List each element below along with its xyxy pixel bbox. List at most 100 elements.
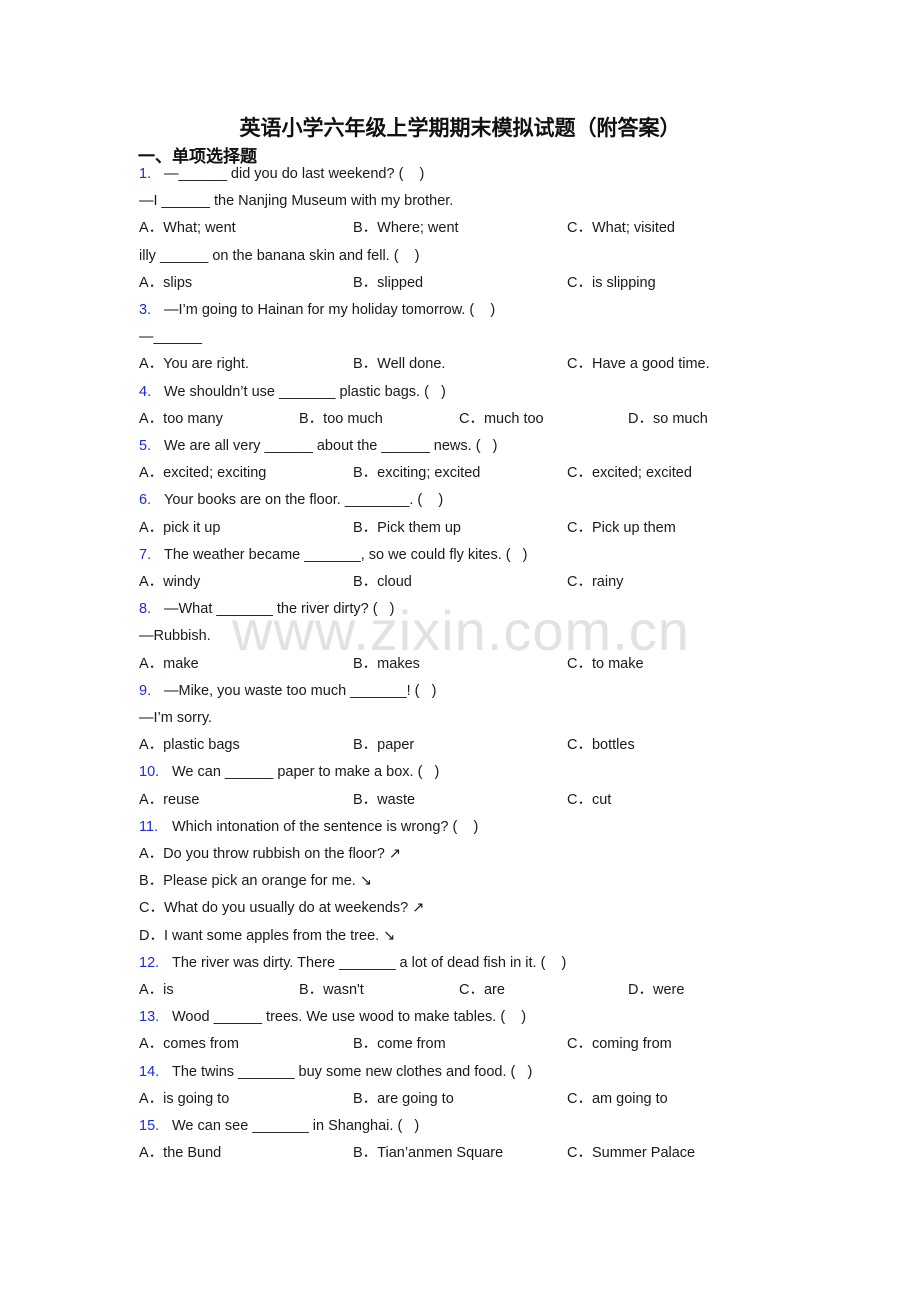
answer-option[interactable]: C．coming from (567, 1034, 672, 1054)
answer-option[interactable]: C．bottles (567, 735, 635, 755)
answer-option[interactable]: A．is going to (139, 1089, 229, 1109)
question-stem: 3. —I’m going to Hainan for my holiday to… (139, 300, 495, 320)
answer-option[interactable]: A．pick it up (139, 518, 220, 538)
answer-option[interactable]: B．slipped (353, 273, 423, 293)
question-text: Which intonation of the sentence is wron… (172, 818, 479, 835)
question-stem: 4. We shouldn’t use _______ plastic bags.… (139, 382, 446, 402)
question-number: 9. (139, 682, 152, 699)
answer-option[interactable]: B．Tian’anmen Square (353, 1143, 503, 1163)
answer-option[interactable]: A．is (139, 980, 174, 1000)
answer-option[interactable]: B．come from (353, 1034, 446, 1054)
question-stem: 1. —______ did you do last weekend? ( ) (139, 164, 424, 184)
question-stem: 12. The river was dirty. There _______ a … (139, 953, 566, 973)
question-stem: 7. The weather became _______, so we coul… (139, 545, 528, 565)
answer-option[interactable]: B．Where; went (353, 218, 459, 238)
question-number: 10. (139, 764, 160, 781)
answer-option[interactable]: C．Pick up them (567, 518, 676, 538)
answer-option[interactable]: C．to make (567, 654, 644, 674)
question-text: The weather became _______, so we could … (164, 546, 528, 563)
question-number: 13. (139, 1009, 160, 1026)
answer-option[interactable]: B．cloud (353, 572, 412, 592)
question-text: —What _______ the river dirty? ( ) (164, 601, 395, 618)
question-reply-line: —I’m sorry. (139, 710, 213, 726)
question-stem: 13. Wood ______ trees. We use wood to mak… (139, 1007, 526, 1027)
answer-options-row: A．plastic bags B．paper C．bottles (139, 735, 839, 755)
question-number: 6. (139, 492, 152, 509)
answer-option[interactable]: A．excited; exciting (139, 463, 266, 483)
answer-option[interactable]: C．is slipping (567, 273, 656, 293)
question-number: 12. (139, 954, 160, 971)
answer-option[interactable]: C．Have a good time. (567, 354, 710, 374)
answer-options-row: A．is B．wasn't C．are D．were (139, 980, 839, 1000)
answer-option[interactable]: C．are (459, 980, 505, 1000)
question-text: We shouldn’t use _______ plastic bags. (… (164, 383, 446, 400)
answer-option[interactable]: B．Please pick an orange for me. ↘ (139, 871, 372, 891)
answer-option[interactable]: A．What; went (139, 218, 236, 238)
answer-option[interactable]: B．wasn't (299, 980, 364, 1000)
answer-option[interactable]: C．much too (459, 409, 544, 429)
answer-options-row: A．slips B．slipped C．is slipping (139, 273, 839, 293)
answer-option[interactable]: C．am going to (567, 1089, 668, 1109)
question-text: We can ______ paper to make a box. ( ) (172, 764, 440, 781)
question-stem: 8. —What _______ the river dirty? ( ) (139, 599, 395, 619)
question-text: —______ did you do last weekend? ( ) (164, 166, 425, 182)
answer-option[interactable]: A．plastic bags (139, 735, 240, 755)
answer-option[interactable]: A．slips (139, 273, 192, 293)
answer-options-row: A．the Bund B．Tian’anmen Square C．Summer Pa… (139, 1143, 839, 1163)
answer-option[interactable]: D．I want some apples from the tree. ↘ (139, 926, 395, 946)
answer-option[interactable]: C．Summer Palace (567, 1143, 695, 1163)
question-stem: 5. We are all very ______ about the _____… (139, 436, 497, 456)
question-reply-line: —I ______ the Nanjing Museum with my bro… (139, 193, 454, 210)
question-stem: 11. Which intonation of the sentence is w… (139, 817, 478, 837)
answer-options-row: A．is going to B．are going to C．am going to (139, 1089, 839, 1109)
answer-option[interactable]: C．cut (567, 790, 611, 810)
answer-option[interactable]: B．are going to (353, 1089, 454, 1109)
answer-options-row: A．reuse B．waste C．cut (139, 790, 839, 810)
question-reply-line: —______ (139, 329, 202, 346)
question-number: 5. (139, 438, 152, 454)
answer-option[interactable]: C．rainy (567, 572, 623, 592)
answer-option[interactable]: B．waste (353, 790, 415, 810)
answer-option[interactable]: B．makes (353, 654, 420, 674)
question-stem: 6. Your books are on the floor. ________.… (139, 490, 443, 510)
answer-option[interactable]: A．reuse (139, 790, 199, 810)
answer-options-row: A．too many B．too much C．much too D．so much (139, 409, 839, 429)
question-text: Wood ______ trees. We use wood to make t… (172, 1009, 527, 1026)
question-number: 15. (139, 1118, 160, 1134)
answer-options-row: A．excited; exciting B．exciting; excited C．… (139, 463, 839, 483)
answer-option[interactable]: C．excited; excited (567, 463, 692, 483)
page-title: 英语小学六年级上学期期末模拟试题（附答案） (239, 115, 681, 140)
answer-option[interactable]: B．Well done. (353, 354, 445, 374)
answer-option[interactable]: D．so much (628, 409, 708, 429)
question-number: 4. (139, 383, 152, 400)
answer-option[interactable]: B．paper (353, 735, 414, 755)
exam-page: www.zixin.com.cn 英语小学六年级上学期期末模拟试题（附答案） 一… (0, 0, 920, 1302)
answer-option[interactable]: A．comes from (139, 1034, 239, 1054)
question-number: 7. (139, 546, 152, 563)
answer-option[interactable]: B．Pick them up (353, 518, 461, 538)
question-text: The twins _______ buy some new clothes a… (172, 1063, 533, 1080)
answer-option[interactable]: B．too much (299, 409, 383, 429)
answer-option[interactable]: A．Do you throw rubbish on the floor? ↗ (139, 844, 401, 864)
answer-option[interactable]: A．windy (139, 572, 200, 592)
question-text: We can see _______ in Shanghai. ( ) (172, 1118, 420, 1134)
question-number: 1. (139, 166, 152, 182)
answer-option[interactable]: A．You are right. (139, 354, 249, 374)
answer-option[interactable]: B．exciting; excited (353, 463, 480, 483)
answer-option[interactable]: C．What do you usually do at weekends? ↗ (139, 898, 424, 918)
answer-option[interactable]: A．too many (139, 409, 223, 429)
answer-options-row: A．You are right. B．Well done. C．Have a goo… (139, 354, 839, 374)
question-text: —I’m going to Hainan for my holiday tomo… (164, 302, 496, 318)
question-stem: illy ______ on the banana skin and fell.… (139, 246, 420, 266)
question-text: The river was dirty. There _______ a lot… (172, 954, 567, 971)
answer-option[interactable]: A．make (139, 654, 199, 674)
question-text: illy ______ on the banana skin and fell.… (139, 247, 420, 264)
question-stem: 9. —Mike, you waste too much _______! ( ) (139, 681, 436, 701)
answer-options-row: A．What; went B．Where; went C．What; visited (139, 218, 839, 238)
answer-options-row: A．pick it up B．Pick them up C．Pick up them (139, 518, 839, 538)
answer-option[interactable]: A．the Bund (139, 1143, 221, 1163)
answer-options-row: A．windy B．cloud C．rainy (139, 572, 839, 592)
answer-options-row: A．comes from B．come from C．coming from (139, 1034, 839, 1054)
answer-option[interactable]: D．were (628, 980, 684, 1000)
answer-option[interactable]: C．What; visited (567, 218, 675, 238)
